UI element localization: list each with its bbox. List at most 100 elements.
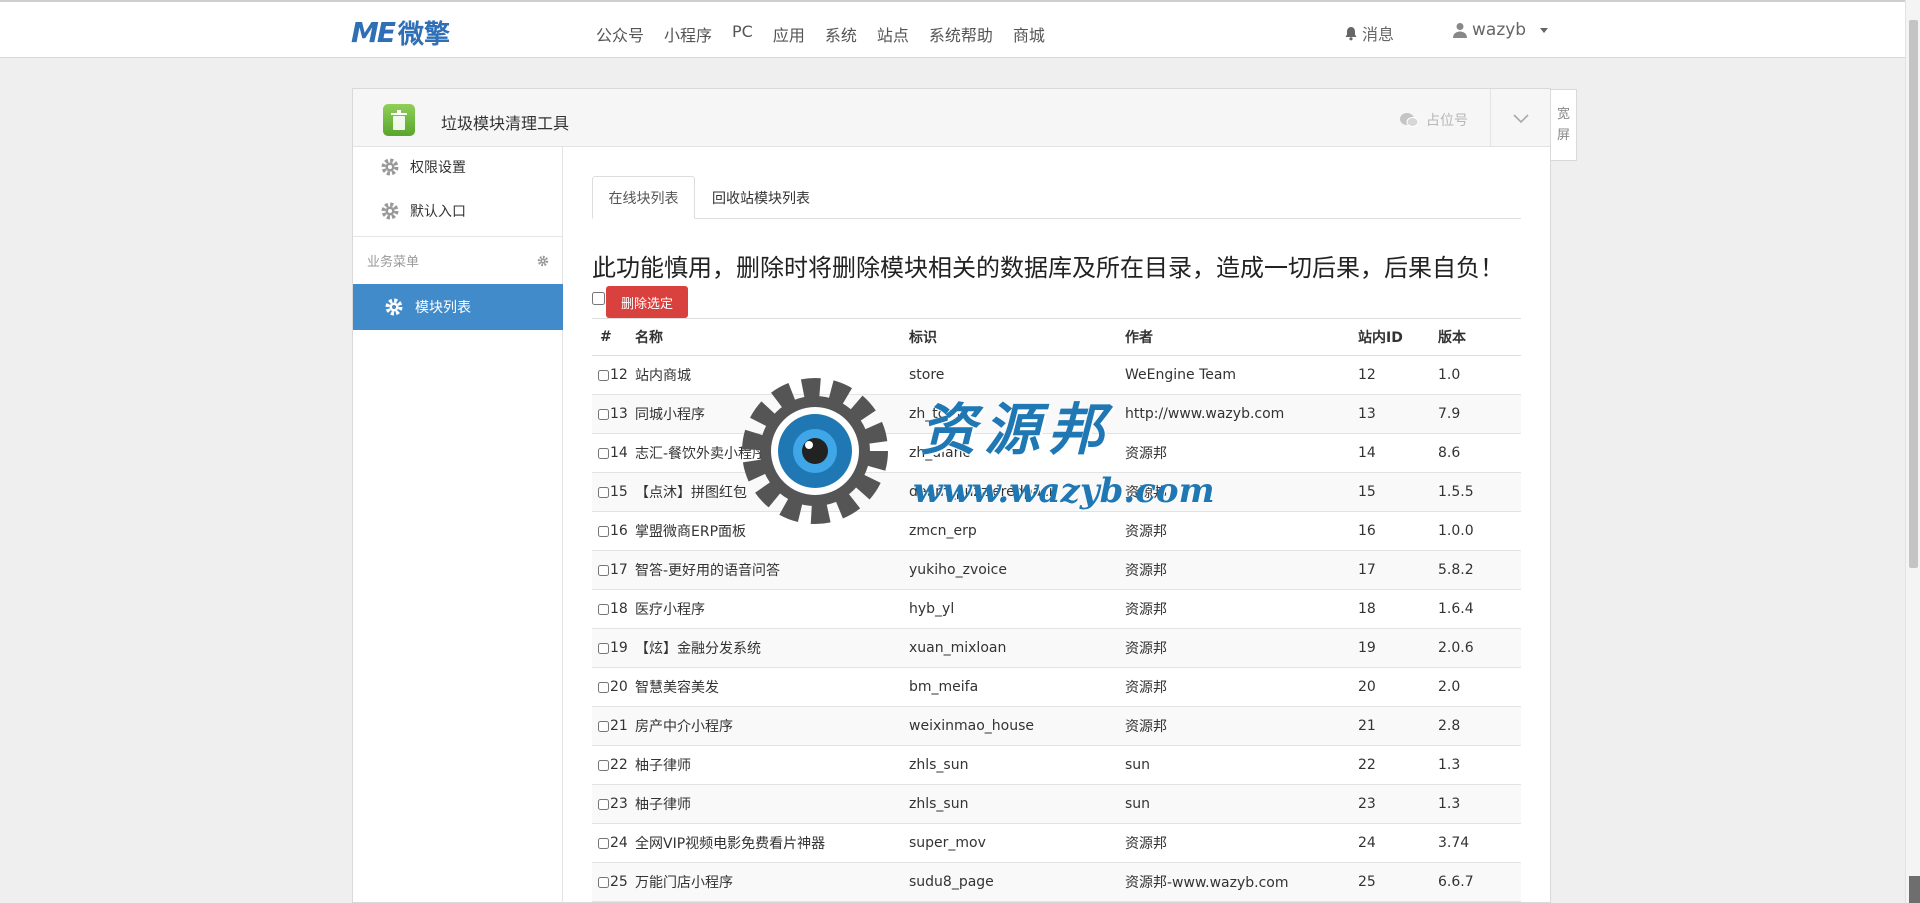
module-author: 资源邦-www.wazyb.com — [1125, 862, 1358, 902]
table-row[interactable]: 23 柚子律师 zhls_sun sun 23 1.3 — [592, 784, 1521, 824]
module-name: 全网VIP视频电影免费看片神器 — [635, 823, 909, 863]
row-checkbox[interactable] — [598, 642, 609, 654]
row-checkbox[interactable] — [598, 798, 609, 810]
table-row[interactable]: 12 站内商城 store WeEngine Team 12 1.0 — [592, 355, 1521, 395]
messages-label: 消息 — [1362, 25, 1395, 44]
nav-apps[interactable]: 应用 — [773, 22, 805, 46]
module-name: 【点沐】拼图红包 — [635, 472, 909, 512]
col-header-index: # — [592, 318, 635, 356]
module-site-id: 16 — [1358, 511, 1438, 551]
row-id: 14 — [610, 445, 628, 461]
module-author: WeEngine Team — [1125, 355, 1358, 395]
module-version: 1.0 — [1438, 355, 1521, 395]
table-row[interactable]: 14 志汇-餐饮外卖小程序 zh_dianc 资源邦 14 8.6 — [592, 433, 1521, 473]
table-row[interactable]: 19 【炫】金融分发系统 xuan_mixloan 资源邦 19 2.0.6 — [592, 628, 1521, 668]
row-id: 16 — [610, 523, 628, 539]
module-site-id: 23 — [1358, 784, 1438, 824]
table-row[interactable]: 13 同城小程序 zh_tcwq http://www.wazyb.com 13 7.9 — [592, 394, 1521, 434]
page-scrollbar[interactable] — [1905, 0, 1920, 903]
sidebar-item-default-entry[interactable]: 默认入口 — [353, 191, 563, 231]
row-checkbox[interactable] — [598, 681, 609, 693]
gear-icon — [381, 158, 399, 176]
scrollbar-thumb[interactable] — [1909, 20, 1918, 568]
module-site-id: 20 — [1358, 667, 1438, 707]
module-author: 资源邦 — [1125, 550, 1358, 590]
row-checkbox[interactable] — [598, 720, 609, 732]
logo-mark: ME — [351, 15, 396, 49]
module-identifier: zh_tcwq — [909, 394, 1125, 434]
collapse-button[interactable] — [1490, 89, 1550, 147]
table-row[interactable]: 24 全网VIP视频电影免费看片神器 super_mov 资源邦 24 3.74 — [592, 823, 1521, 863]
col-header-version: 版本 — [1438, 318, 1521, 356]
module-name: 站内商城 — [635, 355, 909, 395]
module-name: 志汇-餐饮外卖小程序 — [635, 433, 909, 473]
module-name: 掌盟微商ERP面板 — [635, 511, 909, 551]
table-row[interactable]: 16 掌盟微商ERP面板 zmcn_erp 资源邦 16 1.0.0 — [592, 511, 1521, 551]
sidebar-item-module-list[interactable]: 模块列表 — [353, 284, 563, 330]
row-index-cell: 25 — [592, 862, 635, 902]
delete-selected-button[interactable]: 删除选定 — [606, 286, 688, 318]
nav-system[interactable]: 系统 — [825, 22, 857, 46]
table-row[interactable]: 21 房产中介小程序 weixinmao_house 资源邦 21 2.8 — [592, 706, 1521, 746]
row-checkbox[interactable] — [598, 408, 609, 420]
row-checkbox[interactable] — [598, 525, 609, 537]
module-version: 5.8.2 — [1438, 550, 1521, 590]
row-id: 22 — [610, 757, 628, 773]
module-author: 资源邦 — [1125, 667, 1358, 707]
settings-icon[interactable] — [537, 255, 549, 267]
module-name: 【炫】金融分发系统 — [635, 628, 909, 668]
module-name: 柚子律师 — [635, 784, 909, 824]
table-row[interactable]: 22 柚子律师 zhls_sun sun 22 1.3 — [592, 745, 1521, 785]
tab-recycle-bin[interactable]: 回收站模块列表 — [712, 176, 810, 219]
nav-help[interactable]: 系统帮助 — [929, 22, 993, 46]
module-site-id: 13 — [1358, 394, 1438, 434]
row-checkbox[interactable] — [598, 837, 609, 849]
user-menu[interactable]: wazyb — [1453, 20, 1549, 40]
row-checkbox[interactable] — [598, 564, 609, 576]
module-identifier: hyb_yl — [909, 589, 1125, 629]
module-version: 2.0.6 — [1438, 628, 1521, 668]
col-header-name: 名称 — [635, 318, 909, 356]
module-version: 8.6 — [1438, 433, 1521, 473]
table-row[interactable]: 20 智慧美容美发 bm_meifa 资源邦 20 2.0 — [592, 667, 1521, 707]
table-row[interactable]: 18 医疗小程序 hyb_yl 资源邦 18 1.6.4 — [592, 589, 1521, 629]
module-name: 智慧美容美发 — [635, 667, 909, 707]
nav-pc[interactable]: PC — [732, 22, 753, 46]
row-checkbox[interactable] — [598, 447, 609, 459]
nav-official-account[interactable]: 公众号 — [596, 22, 644, 46]
module-author: sun — [1125, 784, 1358, 824]
table-row[interactable]: 15 【点沐】拼图红包 deam_puzzleredpack 资源邦 15 1.5.5 — [592, 472, 1521, 512]
wide-screen-button[interactable]: 宽屏 — [1551, 89, 1577, 161]
row-checkbox[interactable] — [598, 759, 609, 771]
module-identifier: zhls_sun — [909, 784, 1125, 824]
sidebar-item-permissions[interactable]: 权限设置 — [353, 147, 563, 187]
row-checkbox[interactable] — [598, 876, 609, 888]
module-name: 柚子律师 — [635, 745, 909, 785]
row-checkbox[interactable] — [598, 603, 609, 615]
module-site-id: 18 — [1358, 589, 1438, 629]
table-row[interactable]: 17 智答-更好用的语音问答 yukiho_zvoice 资源邦 17 5.8.2 — [592, 550, 1521, 590]
row-checkbox[interactable] — [598, 486, 609, 498]
username: wazyb — [1472, 20, 1527, 40]
module-version: 3.74 — [1438, 823, 1521, 863]
nav-mini-program[interactable]: 小程序 — [664, 22, 712, 46]
module-identifier: store — [909, 355, 1125, 395]
nav-store[interactable]: 商城 — [1013, 22, 1045, 46]
account-switcher[interactable]: 占位号 — [1399, 110, 1468, 130]
module-identifier: super_mov — [909, 823, 1125, 863]
messages-link[interactable]: 消息 — [1344, 21, 1394, 45]
brand-logo[interactable]: ME 微擎 — [351, 15, 450, 50]
module-site-id: 17 — [1358, 550, 1438, 590]
tab-online-modules[interactable]: 在线块列表 — [592, 176, 695, 219]
row-id: 24 — [610, 835, 628, 851]
table-row[interactable]: 25 万能门店小程序 sudu8_page 资源邦-www.wazyb.com 25 6.… — [592, 862, 1521, 902]
module-name: 同城小程序 — [635, 394, 909, 434]
module-identifier: xuan_mixloan — [909, 628, 1125, 668]
module-name: 房产中介小程序 — [635, 706, 909, 746]
nav-site[interactable]: 站点 — [877, 22, 909, 46]
row-checkbox[interactable] — [598, 369, 609, 381]
module-version: 1.5.5 — [1438, 472, 1521, 512]
col-header-author: 作者 — [1125, 318, 1358, 356]
select-all-checkbox[interactable] — [592, 292, 605, 305]
main-nav: 公众号 小程序 PC 应用 系统 站点 系统帮助 商城 — [596, 22, 1065, 46]
